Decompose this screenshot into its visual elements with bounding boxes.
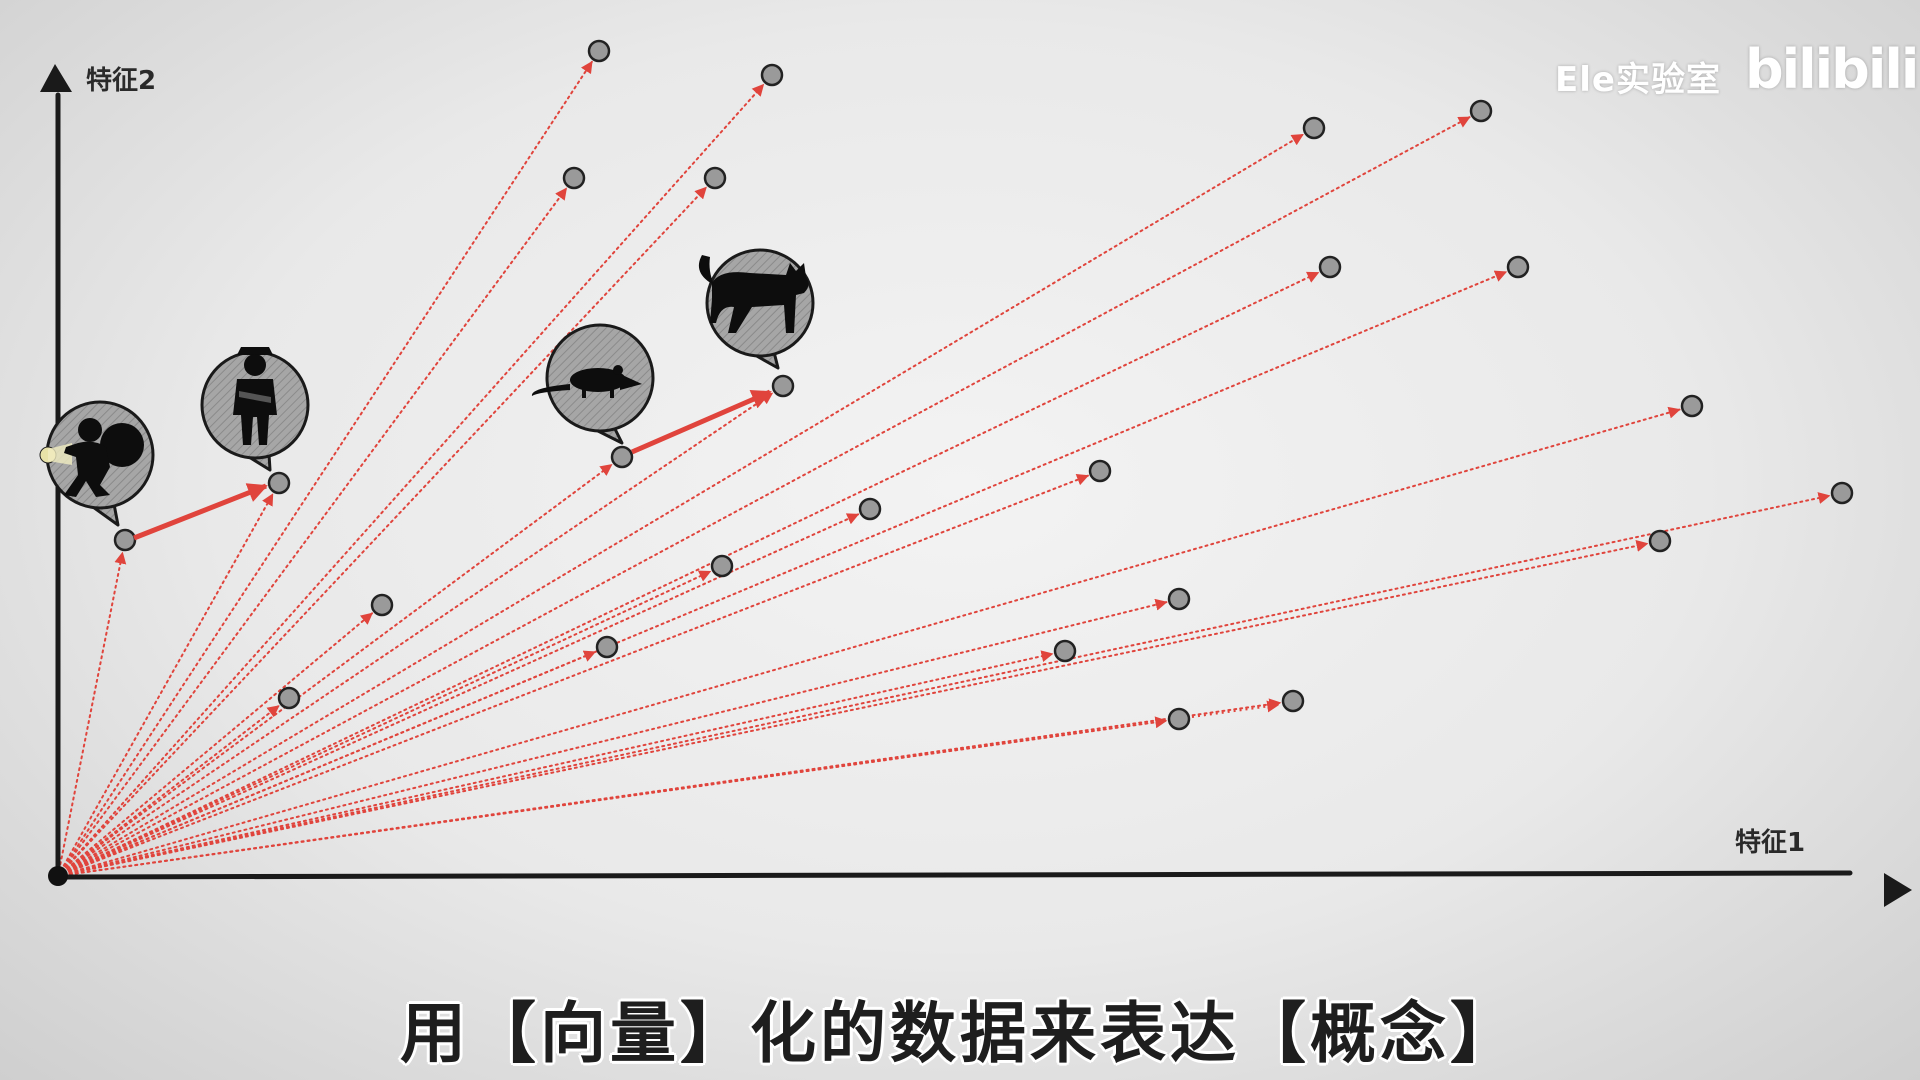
thief-to-police-arrow xyxy=(133,483,268,541)
data-point-7 xyxy=(562,166,586,190)
data-point-10 xyxy=(1469,99,1493,123)
vector-line-25 xyxy=(57,698,1282,877)
data-point-11 xyxy=(1318,255,1342,279)
subtitle-caption: 用【向量】化的数据来表达【概念】 xyxy=(400,995,1520,1072)
x-axis-line xyxy=(55,870,1853,880)
data-point-16 xyxy=(858,497,882,521)
data-points xyxy=(113,39,1854,731)
data-point-14 xyxy=(1830,481,1854,505)
data-point-5 xyxy=(587,39,611,63)
x-axis-label: 特征1 xyxy=(1735,828,1806,858)
data-point-4 xyxy=(771,374,795,398)
vector-line-16 xyxy=(57,513,860,877)
bilibili-logo: bilibili xyxy=(1745,38,1919,101)
data-point-19 xyxy=(595,635,619,659)
data-point-9 xyxy=(1302,116,1326,140)
vector-line-1 xyxy=(57,551,127,877)
vector-lines xyxy=(57,60,1831,877)
vector-line-4 xyxy=(57,392,774,877)
vector-line-7 xyxy=(57,187,568,877)
data-point-25 xyxy=(1281,689,1305,713)
axes xyxy=(40,64,1912,907)
data-point-17 xyxy=(710,554,734,578)
vector-line-9 xyxy=(57,133,1304,877)
vector-line-6 xyxy=(57,83,765,877)
vector-line-23 xyxy=(57,539,1649,877)
data-point-15 xyxy=(1088,459,1112,483)
data-point-24 xyxy=(1167,707,1191,731)
data-point-2 xyxy=(267,471,291,495)
data-point-8 xyxy=(703,166,727,190)
origin-point xyxy=(48,866,68,886)
data-point-23 xyxy=(1648,529,1672,553)
vector-diagram xyxy=(39,39,1912,907)
mouse-to-cat-arrow xyxy=(631,389,772,455)
data-point-6 xyxy=(760,63,784,87)
vector-line-13 xyxy=(57,406,1681,877)
vector-line-14 xyxy=(57,492,1831,877)
data-point-21 xyxy=(1167,587,1191,611)
data-point-22 xyxy=(1053,639,1077,663)
data-point-13 xyxy=(1680,394,1704,418)
mouse-bubble xyxy=(531,323,655,445)
data-point-12 xyxy=(1506,255,1530,279)
y-axis-arrow xyxy=(40,64,72,92)
data-point-1 xyxy=(113,528,137,552)
data-point-18 xyxy=(370,593,394,617)
channel-name: Ele实验室 xyxy=(1555,60,1721,100)
vector-line-15 xyxy=(57,474,1090,877)
vector-line-extension xyxy=(1191,700,1280,718)
police-bubble xyxy=(200,347,310,472)
x-axis-arrow xyxy=(1884,873,1912,907)
vector-line-10 xyxy=(57,116,1471,877)
data-point-3 xyxy=(610,445,634,469)
data-point-20 xyxy=(277,686,301,710)
y-axis-label: 特征2 xyxy=(86,66,157,96)
concept-bubbles xyxy=(39,248,815,527)
cat-bubble xyxy=(698,248,815,370)
